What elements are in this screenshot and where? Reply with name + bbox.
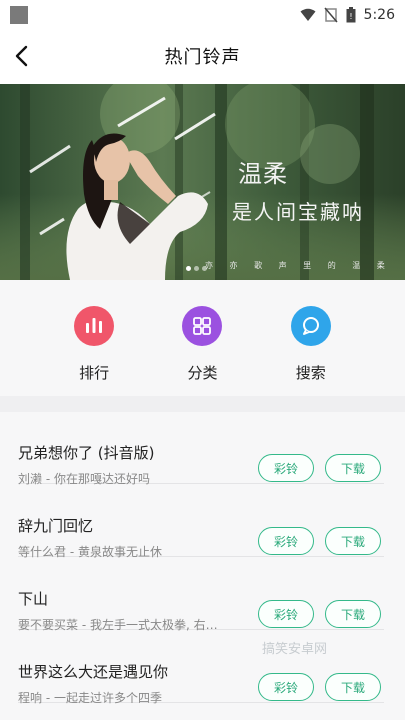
song-row[interactable]: 兄弟想你了 (抖音版) 刘濑 - 你在那嘎达还好吗 彩铃 下载 (18, 412, 384, 486)
status-time: 5:26 (363, 7, 395, 23)
category-row: 排行 分类 搜索 (0, 280, 405, 396)
category-search[interactable]: 搜索 (271, 280, 351, 396)
song-list: 兄弟想你了 (抖音版) 刘濑 - 你在那嘎达还好吗 彩铃 下载 辞九门回忆 等什… (0, 412, 405, 720)
battery-icon: ! (346, 7, 356, 23)
banner-subheadline: 是人间宝藏呐 (232, 200, 364, 224)
song-title: 辞九门回忆 (18, 517, 94, 535)
download-button[interactable]: 下载 (325, 673, 381, 701)
search-bubble-icon (290, 306, 331, 346)
song-row[interactable]: 世界这么大还是遇见你 程响 - 一起走过许多个四季 彩铃 下载 (18, 631, 384, 705)
banner-headline: 温柔 (238, 160, 288, 188)
category-label: 排行 (79, 364, 110, 382)
back-button[interactable] (8, 42, 36, 70)
download-button[interactable]: 下载 (325, 600, 381, 628)
song-row[interactable]: 辞九门回忆 等什么君 - 黄泉故事无止休 彩铃 下载 (18, 485, 384, 559)
status-bar: ! 5:26 (0, 0, 405, 30)
signal-off-icon (323, 7, 338, 23)
carousel-dot[interactable] (186, 266, 191, 271)
wifi-icon (300, 8, 316, 21)
category-ranking[interactable]: 排行 (54, 280, 134, 396)
status-icons: ! 5:26 (300, 7, 395, 23)
banner-carousel[interactable]: 温柔 是人间宝藏呐 亦 亦 歌 声 里 的 温 柔 (0, 84, 405, 280)
title-bar: 热门铃声 (0, 30, 405, 82)
svg-text:!: ! (349, 12, 352, 21)
song-title: 兄弟想你了 (抖音版) (18, 444, 155, 462)
set-ringback-button[interactable]: 彩铃 (258, 673, 314, 701)
set-ringback-button[interactable]: 彩铃 (258, 600, 314, 628)
watermark: 搞笑安卓网 (262, 642, 328, 657)
ranking-bars-icon (74, 306, 115, 346)
category-label: 分类 (187, 364, 218, 382)
banner-caption: 亦 亦 歌 声 里 的 温 柔 (205, 261, 392, 270)
carousel-dot[interactable] (194, 266, 199, 271)
carousel-dots (186, 266, 207, 271)
banner-image (0, 84, 405, 280)
song-title: 世界这么大还是遇见你 (18, 663, 169, 681)
chevron-left-icon (15, 45, 28, 67)
download-button[interactable]: 下载 (325, 454, 381, 482)
notification-icon (10, 6, 28, 24)
song-row[interactable]: 下山 要不要买菜 - 我左手一式太极拳, 右… 彩铃 下载 (18, 558, 384, 632)
set-ringback-button[interactable]: 彩铃 (258, 527, 314, 555)
grid-category-icon (182, 306, 223, 346)
page-title: 热门铃声 (164, 47, 241, 68)
song-title: 下山 (18, 590, 49, 608)
category-classify[interactable]: 分类 (162, 280, 242, 396)
section-divider (0, 396, 405, 412)
category-label: 搜索 (295, 364, 326, 382)
song-subtitle: 程响 - 一起走过许多个四季 (18, 691, 162, 705)
set-ringback-button[interactable]: 彩铃 (258, 454, 314, 482)
download-button[interactable]: 下载 (325, 527, 381, 555)
